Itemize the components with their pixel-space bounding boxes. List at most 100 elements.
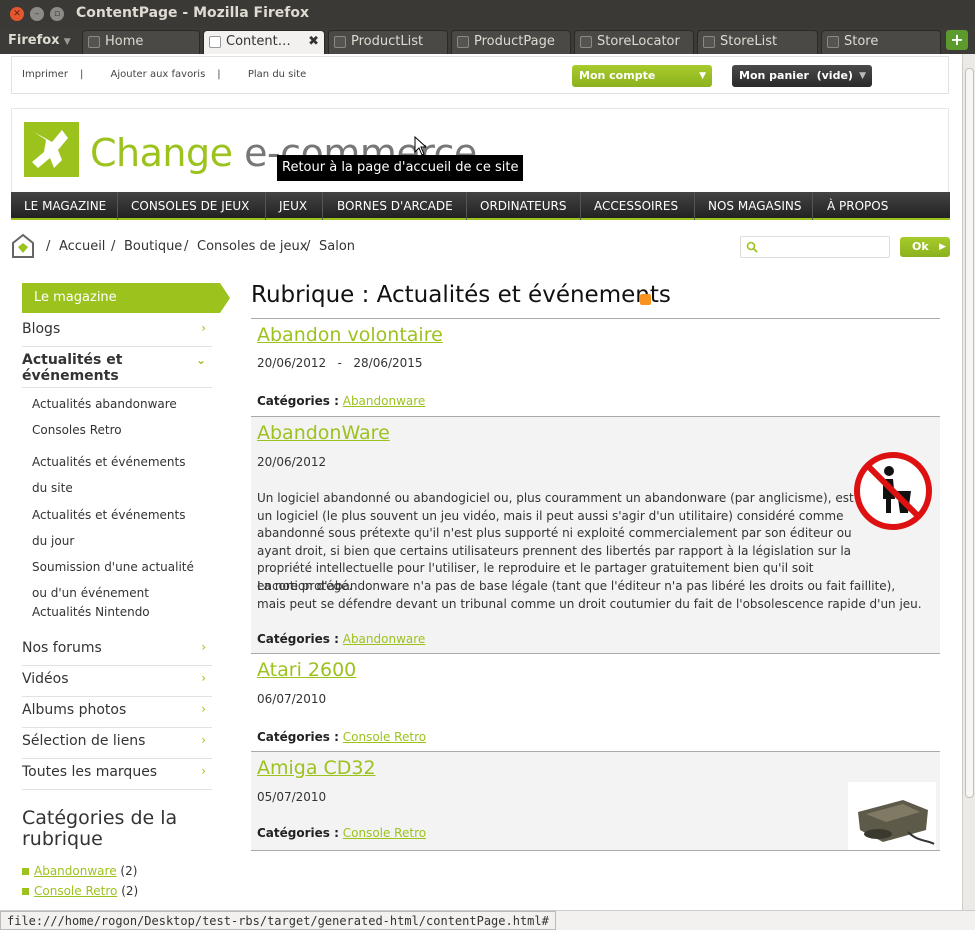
minimize-window-icon[interactable]: – — [30, 7, 44, 21]
article-title[interactable]: AbandonWare — [257, 422, 390, 444]
tab-storelocator[interactable]: StoreLocator — [574, 30, 694, 54]
tab-storelist[interactable]: StoreList — [697, 30, 818, 54]
category-link[interactable]: Abandonware — [343, 632, 426, 646]
tab-store[interactable]: Store — [821, 30, 941, 54]
subitem-actualites-jour[interactable]: Actualités et événements du jour — [32, 502, 192, 554]
account-label: Mon compte — [579, 69, 656, 82]
article-title[interactable]: Atari 2600 — [257, 659, 356, 681]
nav-accessoires[interactable]: ACCESSOIRES — [594, 192, 678, 220]
tab-home[interactable]: Home — [82, 30, 200, 54]
subitem-actualites-site[interactable]: Actualités et événements du site — [32, 449, 192, 501]
sidebar-heading-label: Le magazine — [34, 290, 117, 305]
page-icon — [334, 36, 346, 48]
chevron-down-icon: ⌄ — [195, 353, 206, 367]
category-count: (2) — [121, 884, 139, 898]
nav-divider — [117, 192, 118, 220]
page-icon — [580, 36, 592, 48]
nav-a-propos[interactable]: À PROPOS — [827, 192, 888, 220]
chevron-down-icon: ▼ — [63, 37, 71, 47]
subitem-consoles-retro[interactable]: Consoles Retro — [32, 423, 122, 437]
sidebar-item-actualites[interactable]: Actualités et événements ⌄ — [22, 352, 212, 388]
close-tab-icon[interactable]: ✖ — [308, 31, 319, 53]
breadcrumb-salon[interactable]: Salon — [319, 239, 355, 254]
sidebar-item-label: Nos forums — [22, 640, 102, 656]
breadcrumb-separator: / — [46, 239, 51, 254]
article-title[interactable]: Amiga CD32 — [257, 757, 376, 779]
tab-label: ProductPage — [474, 34, 555, 49]
article-categories: Catégories : Abandonware — [257, 632, 425, 646]
vertical-scrollbar[interactable] — [962, 54, 975, 910]
tab-bar: Firefox ▼ Home Content… ✖ ProductList Pro… — [0, 28, 975, 55]
category-link[interactable]: Console Retro — [343, 730, 426, 744]
breadcrumb-consoles[interactable]: Consoles de jeux — [197, 239, 307, 254]
tab-contentpage[interactable]: Content… ✖ — [203, 30, 325, 55]
nav-nos-magasins[interactable]: NOS MAGASINS — [708, 192, 801, 220]
sidebar-item-label: Sélection de liens — [22, 733, 146, 749]
breadcrumb-separator: / — [306, 239, 311, 254]
search-submit-button[interactable]: Ok ▶ — [900, 237, 950, 257]
category-count: (2) — [120, 864, 138, 878]
print-link[interactable]: Imprimer — [22, 69, 68, 80]
firefox-menu-button[interactable]: Firefox ▼ — [8, 33, 71, 48]
sidebar-item-label: Actualités et événements — [22, 352, 123, 384]
tab-label: Home — [105, 34, 144, 49]
close-window-icon[interactable]: ✕ — [10, 7, 24, 21]
article-categories: Catégories : Console Retro — [257, 730, 426, 744]
cart-dropdown[interactable]: Mon panier (vide) ▼ — [732, 65, 872, 87]
firefox-menu-label: Firefox — [8, 33, 60, 48]
tab-productlist[interactable]: ProductList — [328, 30, 448, 54]
page-title: Rubrique : Actualités et événements — [251, 282, 671, 308]
account-dropdown[interactable]: Mon compte ▼ — [572, 65, 712, 87]
sidebar-item-liens[interactable]: Sélection de liens › — [22, 733, 212, 759]
breadcrumb-boutique[interactable]: Boutique — [124, 239, 182, 254]
window-titlebar: ✕ – ▫ ContentPage - Mozilla Firefox — [0, 0, 975, 28]
nav-le-magazine[interactable]: LE MAGAZINE — [24, 192, 106, 220]
chevron-down-icon: ▼ — [859, 71, 866, 81]
cart-label: Mon panier (vide) — [739, 69, 853, 82]
rss-icon[interactable] — [640, 294, 651, 305]
subitem-actualites-nintendo[interactable]: Actualités Nintendo — [32, 605, 150, 619]
scrollbar-thumb[interactable] — [965, 68, 974, 798]
sitemap-link[interactable]: Plan du site — [248, 69, 306, 80]
add-favorites-link[interactable]: Ajouter aux favoris — [111, 69, 206, 80]
article-title[interactable]: Abandon volontaire — [257, 324, 443, 346]
new-tab-icon[interactable]: + — [946, 30, 968, 50]
sidebar-item-label: Albums photos — [22, 702, 127, 718]
tab-productpage[interactable]: ProductPage — [451, 30, 571, 54]
sidebar-item-videos[interactable]: Vidéos › — [22, 671, 212, 697]
chevron-right-icon: › — [201, 640, 206, 654]
categories-label: Catégories : — [257, 632, 339, 646]
breadcrumb-separator: / — [184, 239, 189, 254]
home-tooltip: Retour à la page d'accueil de ce site — [277, 155, 524, 181]
sidebar-item-marques[interactable]: Toutes les marques › — [22, 764, 212, 790]
article-body-2: La notion d'abandonware n'a pas de base … — [257, 579, 922, 611]
category-link[interactable]: Console Retro — [343, 826, 426, 840]
breadcrumb-accueil[interactable]: Accueil — [59, 239, 105, 254]
tab-label: Store — [844, 34, 879, 49]
butterfly-logo-icon[interactable] — [24, 122, 79, 177]
category-link[interactable]: Console Retro — [34, 884, 117, 898]
category-link[interactable]: Abandonware — [343, 394, 426, 408]
subitem-soumission[interactable]: Soumission d'une actualité ou d'un événe… — [32, 554, 194, 606]
sidebar-item-blogs[interactable]: Blogs › — [22, 321, 212, 347]
nav-ordinateurs[interactable]: ORDINATEURS — [480, 192, 566, 220]
chevron-right-icon: › — [201, 702, 206, 716]
nav-bornes-arcade[interactable]: BORNES D'ARCADE — [337, 192, 453, 220]
home-icon[interactable] — [11, 233, 35, 259]
search-icon — [746, 241, 758, 253]
nav-consoles-de-jeux[interactable]: CONSOLES DE JEUX — [131, 192, 249, 220]
subitem-actualites-abandonware[interactable]: Actualités abandonware — [32, 397, 177, 411]
sidebar-item-albums[interactable]: Albums photos › — [22, 702, 212, 728]
status-bar: file:///home/rogon/Desktop/test-rbs/targ… — [0, 910, 975, 930]
sidebar-heading[interactable]: Le magazine — [22, 283, 230, 313]
page-viewport: Imprimer | Ajouter aux favoris | Plan du s… — [0, 54, 962, 910]
search-input[interactable] — [740, 236, 890, 258]
main-navigation: LE MAGAZINE CONSOLES DE JEUX JEUX BORNES… — [11, 192, 950, 220]
sidebar-item-forums[interactable]: Nos forums › — [22, 640, 212, 666]
categories-title: Catégories de la rubrique — [22, 807, 178, 850]
category-link[interactable]: Abandonware — [34, 864, 117, 878]
page-icon — [88, 36, 100, 48]
maximize-window-icon[interactable]: ▫ — [50, 7, 64, 21]
breadcrumb-separator: / — [111, 239, 116, 254]
nav-jeux[interactable]: JEUX — [279, 192, 307, 220]
